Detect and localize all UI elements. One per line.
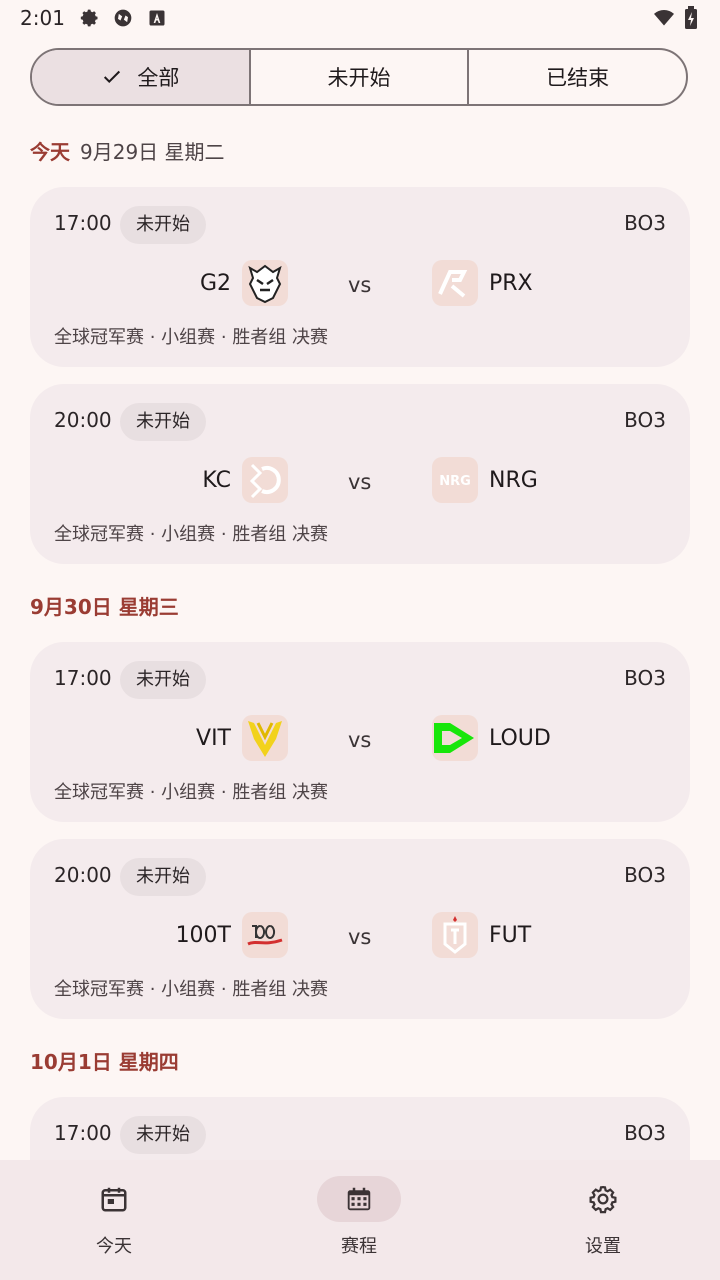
wifi-icon <box>654 10 674 26</box>
status-chip: 未开始 <box>120 858 206 896</box>
match-card[interactable]: 17:00 未开始 BO3 G2 vs PRX 全球冠军赛 · 小组赛 · 胜者… <box>30 187 690 367</box>
nav-label: 今天 <box>96 1236 132 1257</box>
team-a-name: 100T <box>175 923 231 948</box>
filter-label: 未开始 <box>327 66 391 90</box>
vit-logo-icon <box>242 715 288 761</box>
day-header: 今天 9月29日 星期二 <box>30 136 225 165</box>
nav-today[interactable]: 今天 <box>34 1160 194 1280</box>
day-date: 9月29日 星期二 <box>80 140 225 164</box>
match-stage: 全球冠军赛 · 小组赛 · 胜者组 决赛 <box>54 524 329 545</box>
g2-logo-icon <box>242 260 288 306</box>
match-format: BO3 <box>624 666 666 690</box>
vpn-status-icon <box>114 9 132 27</box>
filter-label: 已结束 <box>546 66 610 90</box>
nrg-logo-icon: NRG <box>432 457 478 503</box>
day-label: 今天 <box>30 140 70 164</box>
vs-label: vs <box>348 470 372 494</box>
vs-label: vs <box>348 273 372 297</box>
match-stage: 全球冠军赛 · 小组赛 · 胜者组 决赛 <box>54 327 329 348</box>
filter-segmented-control: 全部 未开始 已结束 <box>30 48 688 106</box>
filter-finished[interactable]: 已结束 <box>467 50 686 104</box>
status-chip: 未开始 <box>120 403 206 441</box>
nav-label: 赛程 <box>341 1236 377 1257</box>
status-chip: 未开始 <box>120 661 206 699</box>
check-icon <box>104 70 121 84</box>
nav-schedule[interactable]: 赛程 <box>279 1160 439 1280</box>
match-format: BO3 <box>624 863 666 887</box>
vs-label: vs <box>348 925 372 949</box>
nav-label: 设置 <box>585 1236 621 1257</box>
match-card[interactable]: 20:00 未开始 BO3 100T vs FUT 全球冠军赛 · 小组赛 · … <box>30 839 690 1019</box>
settings-status-icon <box>80 9 98 27</box>
match-card[interactable]: 17:00 未开始 BO3 VIT vs LOUD 全球冠军赛 · 小组赛 · … <box>30 642 690 822</box>
day-label: 10月1日 星期四 <box>30 1050 179 1074</box>
match-time: 17:00 <box>54 1121 112 1145</box>
match-format: BO3 <box>624 211 666 235</box>
font-status-icon <box>149 10 165 26</box>
kc-logo-icon <box>242 457 288 503</box>
gear-icon <box>589 1185 617 1214</box>
day-label: 9月30日 星期三 <box>30 595 179 619</box>
vs-label: vs <box>348 728 372 752</box>
match-stage: 全球冠军赛 · 小组赛 · 胜者组 决赛 <box>54 782 329 803</box>
status-chip: 未开始 <box>120 206 206 244</box>
100t-logo-icon <box>242 912 288 958</box>
filter-upcoming[interactable]: 未开始 <box>248 50 468 104</box>
team-a-name: VIT <box>196 726 231 751</box>
loud-logo-icon <box>432 715 478 761</box>
team-b-name: FUT <box>489 923 532 948</box>
calendar-month-icon <box>347 1187 371 1211</box>
nav-settings[interactable]: 设置 <box>523 1160 683 1280</box>
team-b-name: NRG <box>489 468 538 493</box>
status-chip: 未开始 <box>120 1116 206 1154</box>
day-header: 10月1日 星期四 <box>30 1046 179 1075</box>
filter-all[interactable]: 全部 <box>32 50 249 104</box>
bottom-navigation: 今天 赛程 设置 <box>0 1160 720 1280</box>
match-time: 20:00 <box>54 408 112 432</box>
team-b-name: PRX <box>489 271 533 296</box>
battery-icon <box>685 6 697 29</box>
match-format: BO3 <box>624 408 666 432</box>
team-a-name: G2 <box>199 271 231 296</box>
filter-label: 全部 <box>137 66 180 90</box>
match-time: 17:00 <box>54 211 112 235</box>
match-format: BO3 <box>624 1121 666 1145</box>
match-card[interactable]: 20:00 未开始 BO3 KC vs NRG NRG 全球冠军赛 · 小组赛 … <box>30 384 690 564</box>
prx-logo-icon <box>432 260 478 306</box>
day-header: 9月30日 星期三 <box>30 591 179 620</box>
match-stage: 全球冠军赛 · 小组赛 · 胜者组 决赛 <box>54 979 329 1000</box>
status-bar: 2:01 <box>0 0 720 36</box>
match-time: 20:00 <box>54 863 112 887</box>
calendar-today-icon <box>101 1187 127 1212</box>
match-time: 17:00 <box>54 666 112 690</box>
status-time: 2:01 <box>20 6 65 30</box>
team-a-name: KC <box>202 468 231 493</box>
team-b-name: LOUD <box>489 726 551 751</box>
fut-logo-icon <box>432 912 478 958</box>
svg-text:NRG: NRG <box>439 474 471 489</box>
